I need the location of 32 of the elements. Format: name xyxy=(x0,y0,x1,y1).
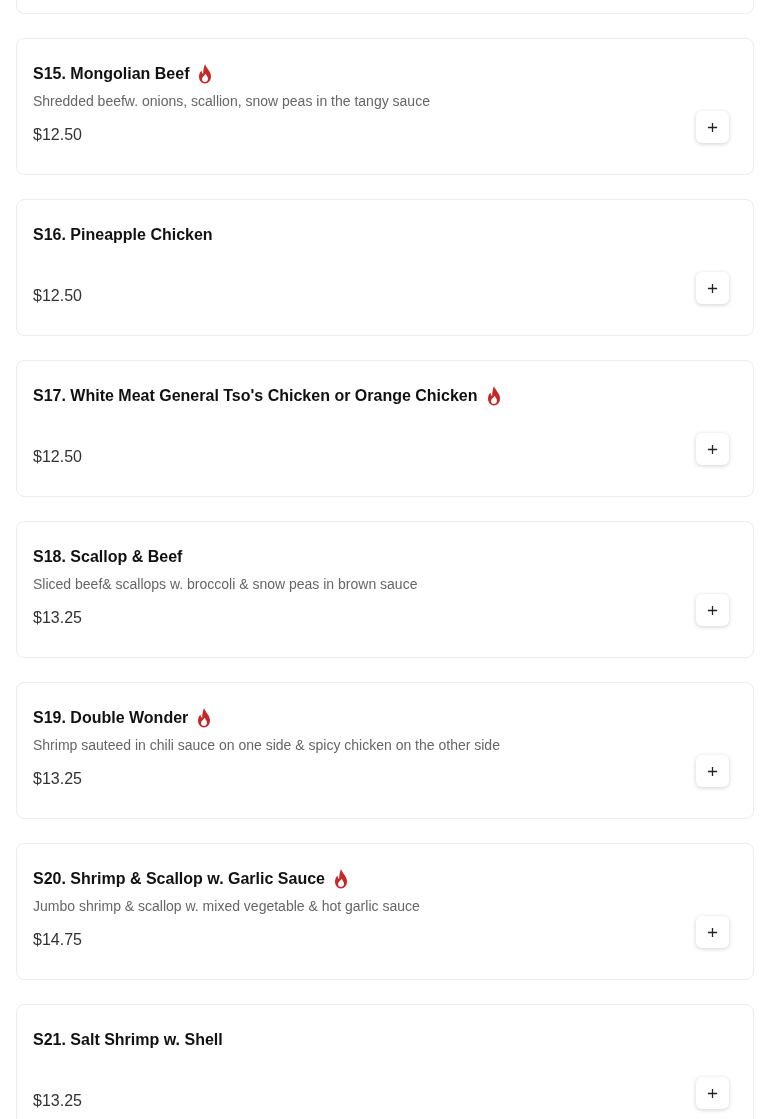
plus-icon xyxy=(707,1087,718,1099)
item-price: $13.25 xyxy=(33,1092,82,1110)
add-button[interactable] xyxy=(696,755,729,787)
plus-icon xyxy=(707,765,718,777)
item-price: $12.50 xyxy=(33,287,82,305)
plus-icon xyxy=(707,926,718,938)
item-description: Sliced beef& scallops w. broccoli & snow peas in brown sauce xyxy=(33,576,419,592)
add-button[interactable] xyxy=(696,433,729,465)
add-button[interactable] xyxy=(696,272,729,304)
item-name: S20. Shrimp & Scallop w. Garlic Sauce xyxy=(33,870,325,888)
item-name: S15. Mongolian Beef xyxy=(33,65,190,83)
item-price: $13.25 xyxy=(33,609,82,627)
item-name: S16. Pineapple Chicken xyxy=(33,226,213,244)
item-name: S18. Scallop & Beef xyxy=(33,548,183,566)
item-price: $12.50 xyxy=(33,126,82,144)
plus-icon xyxy=(707,443,718,455)
item-price: $12.50 xyxy=(33,448,82,466)
item-price: $13.25 xyxy=(33,770,82,788)
item-description: Shrimp sauteed in chili sauce on one side & spicy chicken on the other side xyxy=(33,737,501,753)
item-price: $14.75 xyxy=(33,931,82,949)
add-button[interactable] xyxy=(696,111,729,143)
item-name: S19. Double Wonder xyxy=(33,709,189,727)
item-name: S17. White Meat General Tso's Chicken or Orange Chicken xyxy=(33,387,478,405)
add-button[interactable] xyxy=(696,916,729,948)
add-button[interactable] xyxy=(696,594,729,626)
item-description: Shredded beefw. onions, scallion, snow peas in the tangy sauce xyxy=(33,93,431,109)
item-name: S21. Salt Shrimp w. Shell xyxy=(33,1031,223,1049)
plus-icon xyxy=(707,604,718,616)
plus-icon xyxy=(707,282,718,294)
item-description: Jumbo shrimp & scallop w. mixed vegetable & hot garlic sauce xyxy=(33,898,421,914)
plus-icon xyxy=(707,121,718,133)
add-button[interactable] xyxy=(696,1077,729,1109)
